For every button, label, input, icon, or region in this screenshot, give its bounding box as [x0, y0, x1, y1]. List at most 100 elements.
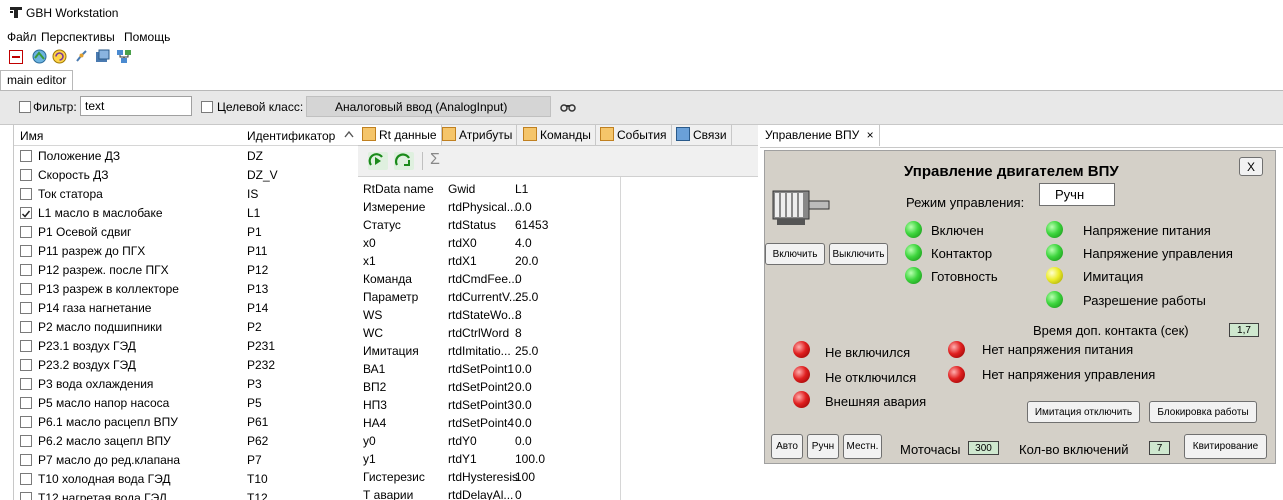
rtdata-row[interactable]: x1 rtdX1 20.0: [358, 252, 620, 270]
rtdata-row[interactable]: НА4 rtdSetPoint4 0.0: [358, 414, 620, 432]
row-checkbox[interactable]: [20, 188, 32, 200]
save-icon[interactable]: [94, 48, 111, 65]
tab-events-label: События: [617, 128, 667, 142]
table-row[interactable]: P1 Осевой сдвиг P1: [14, 222, 344, 241]
rtdata-row[interactable]: RtData name Gwid L1: [358, 180, 620, 198]
table-row[interactable]: Положение ДЗ DZ: [14, 146, 344, 165]
alarm-left-2-led-icon: [793, 391, 810, 408]
imitation-off-button[interactable]: Имитация отключить: [1027, 401, 1140, 423]
tab-links[interactable]: Связи: [672, 125, 732, 145]
table-row[interactable]: P23.1 воздух ГЭД P231: [14, 336, 344, 355]
table-row[interactable]: P11 разреж до ПГХ P11: [14, 241, 344, 260]
table-row[interactable]: T10 холодная вода ГЭД T10: [14, 469, 344, 488]
column-header-id[interactable]: Идентификатор: [247, 129, 335, 143]
row-checkbox[interactable]: [20, 454, 32, 466]
rtdata-row[interactable]: x0 rtdX0 4.0: [358, 234, 620, 252]
table-row[interactable]: P6.2 масло зацепл ВПУ P62: [14, 431, 344, 450]
filter-input[interactable]: [80, 96, 192, 116]
rtdata-row[interactable]: Команда rtdCmdFee... 0: [358, 270, 620, 288]
table-row[interactable]: P14 газа нагнетание P14: [14, 298, 344, 317]
start-refresh-icon[interactable]: [368, 152, 388, 170]
rtdata-row[interactable]: ВП2 rtdSetPoint2 0.0: [358, 378, 620, 396]
vpu-close-button[interactable]: X: [1239, 157, 1263, 176]
tab-events[interactable]: События: [596, 125, 672, 145]
tab-rt-data[interactable]: Rt данные: [358, 125, 442, 145]
turn-on-button[interactable]: Включить: [765, 243, 825, 265]
table-row[interactable]: Скорость ДЗ DZ_V: [14, 165, 344, 184]
sigma-icon[interactable]: Σ: [430, 151, 440, 169]
row-checkbox[interactable]: [20, 150, 32, 162]
auto-refresh-icon[interactable]: [394, 152, 414, 170]
perspective-icon[interactable]: [7, 48, 24, 65]
row-checkbox[interactable]: [20, 397, 32, 409]
row-checkbox[interactable]: [20, 359, 32, 371]
table-row[interactable]: T12 нагретая вода ГЭД T12: [14, 488, 344, 500]
rtdata-row[interactable]: Т аварии rtdDelayAl... 0: [358, 486, 620, 500]
rtdata-row[interactable]: Гистерезис rtdHysteresis 100: [358, 468, 620, 486]
row-checkbox[interactable]: [20, 340, 32, 352]
rtdata-row[interactable]: Измерение rtdPhysical... 0.0: [358, 198, 620, 216]
row-checkbox[interactable]: [20, 226, 32, 238]
globe-icon[interactable]: [31, 48, 48, 65]
table-row[interactable]: Ток статора IS: [14, 184, 344, 203]
control-mode-value: Ручн: [1039, 183, 1115, 206]
block-operation-button[interactable]: Блокировка работы: [1149, 401, 1257, 423]
table-row[interactable]: P5 масло напор насоса P5: [14, 393, 344, 412]
table-row[interactable]: P7 масло до ред.клапана P7: [14, 450, 344, 469]
tab-main-editor[interactable]: main editor: [0, 70, 74, 90]
rtdata-row[interactable]: Имитация rtdImitatio... 25.0: [358, 342, 620, 360]
menu-file[interactable]: Файл: [7, 30, 37, 44]
rtdata-row[interactable]: y0 rtdY0 0.0: [358, 432, 620, 450]
rtdata-row[interactable]: WC rtdCtrlWord 8: [358, 324, 620, 342]
rtdata-cell-value: 0.0: [515, 380, 532, 394]
rtdata-row[interactable]: ВА1 rtdSetPoint1 0.0: [358, 360, 620, 378]
row-checkbox[interactable]: [20, 302, 32, 314]
menu-help[interactable]: Помощь: [124, 30, 170, 44]
mode-manual-button[interactable]: Ручн: [807, 434, 839, 459]
tab-commands[interactable]: Команды: [519, 125, 596, 145]
rtdata-row[interactable]: НП3 rtdSetPoint3 0.0: [358, 396, 620, 414]
row-checkbox[interactable]: [20, 207, 32, 219]
row-checkbox[interactable]: [20, 321, 32, 333]
binoculars-icon[interactable]: [560, 102, 576, 112]
rtdata-row[interactable]: y1 rtdY1 100.0: [358, 450, 620, 468]
acknowledge-button[interactable]: Квитирование: [1184, 434, 1267, 459]
table-row[interactable]: P23.2 воздух ГЭД P232: [14, 355, 344, 374]
target-class-checkbox[interactable]: [201, 101, 213, 113]
rtdata-row[interactable]: WS rtdStateWo... 8: [358, 306, 620, 324]
rtdata-row[interactable]: Статус rtdStatus 61453: [358, 216, 620, 234]
table-row[interactable]: P13 разреж в коллекторе P13: [14, 279, 344, 298]
rtdata-row[interactable]: Параметр rtdCurrentV... 25.0: [358, 288, 620, 306]
table-row[interactable]: P6.1 масло расцепл ВПУ P61: [14, 412, 344, 431]
network-icon[interactable]: [115, 48, 132, 65]
table-row[interactable]: L1 масло в маслобаке L1: [14, 203, 344, 222]
right-tab-strip: Управление ВПУ ×: [760, 125, 1283, 148]
turn-off-button[interactable]: Выключить: [829, 243, 888, 265]
connect-icon[interactable]: [73, 48, 90, 65]
refresh-icon[interactable]: [51, 48, 68, 65]
tab-vpu-control[interactable]: Управление ВПУ ×: [760, 125, 880, 146]
filter-checkbox[interactable]: [19, 101, 31, 113]
table-row[interactable]: P2 масло подшипники P2: [14, 317, 344, 336]
row-checkbox[interactable]: [20, 473, 32, 485]
row-checkbox[interactable]: [20, 416, 32, 428]
row-checkbox[interactable]: [20, 283, 32, 295]
table-row[interactable]: P12 разреж. после ПГХ P12: [14, 260, 344, 279]
table-row[interactable]: P3 вода охлаждения P3: [14, 374, 344, 393]
tab-attributes[interactable]: Атрибуты: [438, 125, 518, 145]
motor-hours-label: Моточасы: [900, 442, 961, 457]
menu-perspectives[interactable]: Перспективы: [41, 30, 115, 44]
mode-auto-button[interactable]: Авто: [771, 434, 803, 459]
tab-vpu-control-label: Управление ВПУ: [765, 128, 860, 142]
sort-asc-icon[interactable]: [344, 131, 354, 138]
tab-close-icon[interactable]: ×: [867, 128, 874, 142]
target-class-field[interactable]: Аналоговый ввод (AnalogInput): [306, 96, 551, 117]
row-checkbox[interactable]: [20, 245, 32, 257]
row-checkbox[interactable]: [20, 492, 32, 500]
row-checkbox[interactable]: [20, 264, 32, 276]
row-checkbox[interactable]: [20, 169, 32, 181]
mode-local-button[interactable]: Местн.: [843, 434, 882, 459]
column-header-name[interactable]: Имя: [20, 129, 43, 143]
row-checkbox[interactable]: [20, 378, 32, 390]
row-checkbox[interactable]: [20, 435, 32, 447]
